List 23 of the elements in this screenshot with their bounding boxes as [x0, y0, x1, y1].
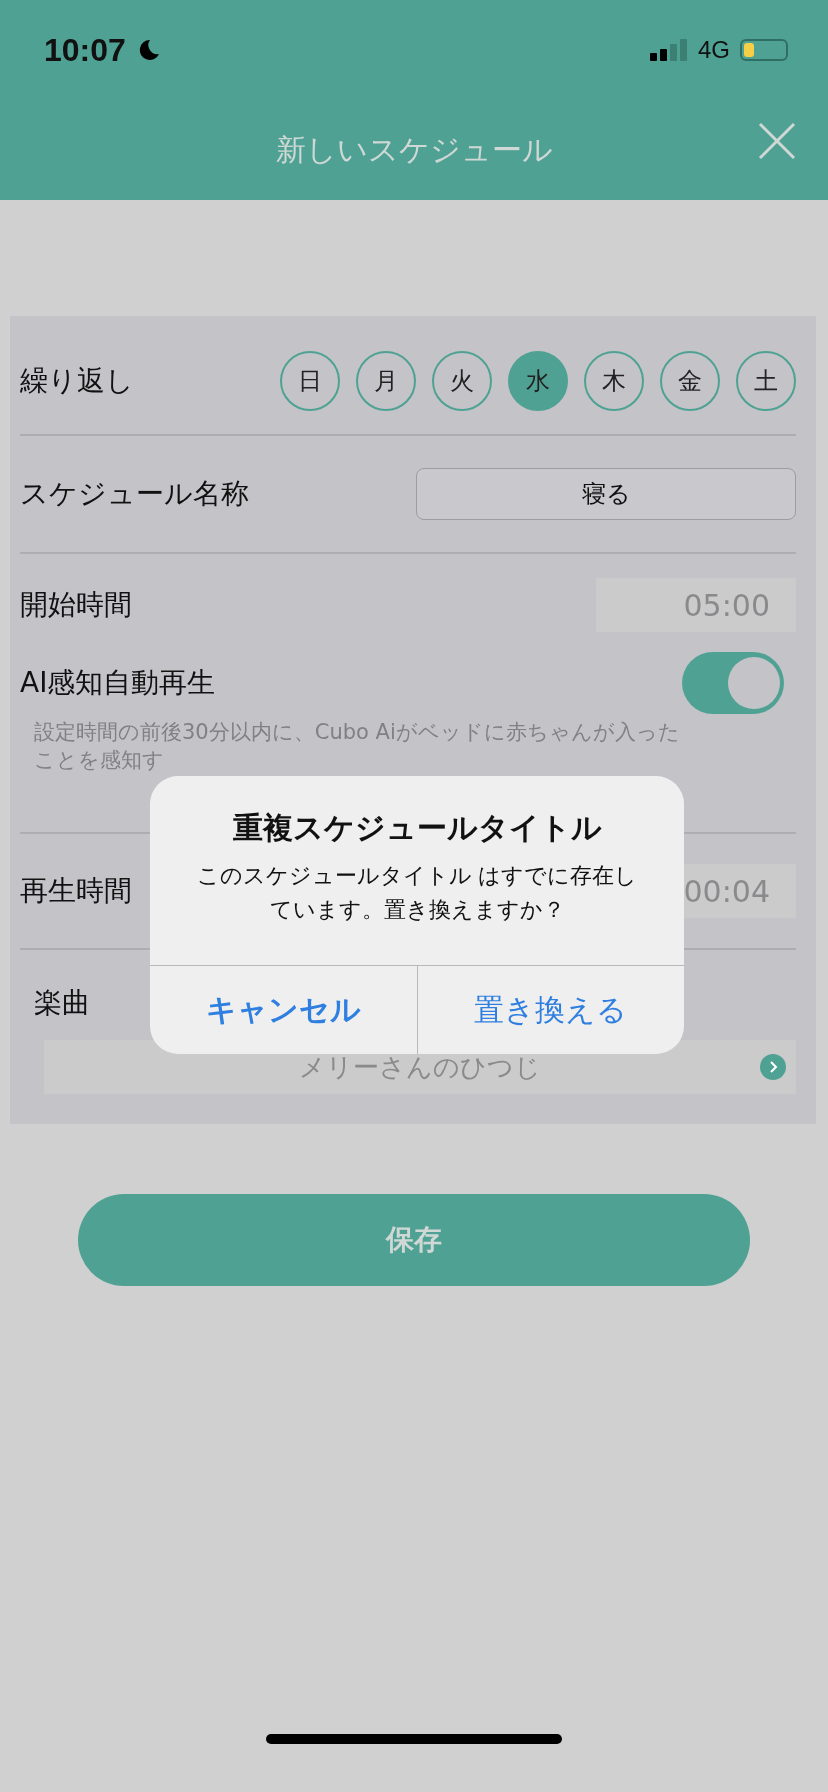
- status-time: 10:07: [44, 31, 126, 69]
- weekday-toggle[interactable]: 土: [736, 351, 796, 411]
- schedule-name-field[interactable]: 寝る: [416, 468, 796, 520]
- weekday-toggle[interactable]: 水: [508, 351, 568, 411]
- weekday-toggle[interactable]: 月: [356, 351, 416, 411]
- weekday-toggle[interactable]: 木: [584, 351, 644, 411]
- close-icon[interactable]: [758, 122, 796, 160]
- start-time-label: 開始時間: [20, 587, 132, 623]
- ai-autoplay-label: AI感知自動再生: [20, 665, 216, 701]
- dialog-title: 重複スケジュールタイトル: [232, 809, 602, 847]
- weekday-toggle[interactable]: 火: [432, 351, 492, 411]
- weekday-toggle[interactable]: 日: [280, 351, 340, 411]
- weekday-toggle[interactable]: 金: [660, 351, 720, 411]
- network-label: 4G: [698, 36, 730, 64]
- battery-icon: [740, 39, 788, 61]
- screen-title: 新しいスケジュール: [275, 130, 553, 169]
- repeat-label: 繰り返し: [20, 363, 134, 399]
- chevron-right-icon: [760, 1054, 786, 1080]
- autoplay-description: 設定時間の前後30分以内に、Cubo Aiがベッドに赤ちゃんが入ったことを感知す: [34, 719, 681, 774]
- schedule-name-label: スケジュール名称: [20, 476, 249, 512]
- song-label: 楽曲: [34, 985, 90, 1021]
- play-time-label: 再生時間: [20, 873, 132, 909]
- signal-icon: [650, 39, 688, 61]
